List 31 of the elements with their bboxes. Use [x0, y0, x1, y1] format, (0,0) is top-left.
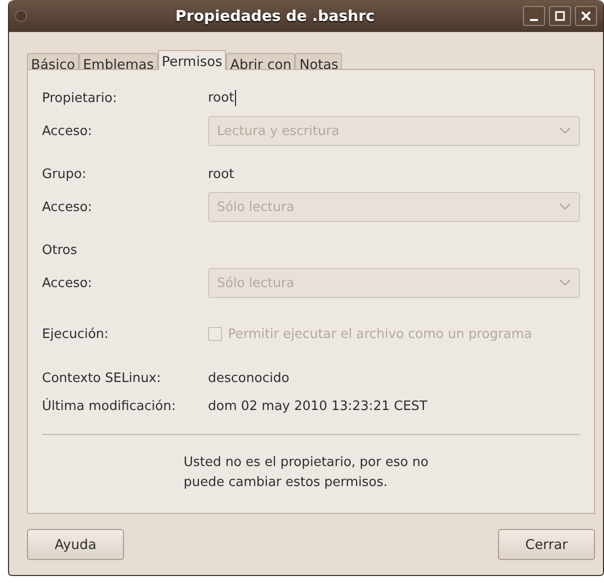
field-label: Acceso:: [42, 124, 94, 138]
tab[interactable]: Notas: [295, 53, 342, 69]
notice-text: Usted no es el propietario, por eso no puede cambiar estos permisos.: [184, 454, 428, 492]
info-value: dom 02 may 2010 13:23:21 CEST: [208, 398, 428, 414]
minimize-icon: [530, 19, 538, 21]
close-icon: [581, 11, 591, 21]
window-title: Propiedades de .bashrc: [174, 7, 376, 25]
field-label: Acceso:: [42, 276, 94, 290]
tab[interactable]: Básico: [27, 53, 80, 69]
tab[interactable]: Emblemas: [79, 53, 158, 69]
tab[interactable]: Abrir con: [226, 53, 296, 69]
dialog-button[interactable]: Ayuda: [27, 529, 124, 560]
info-label: Contexto SELinux:: [42, 370, 162, 386]
field-label: Propietario:: [42, 90, 118, 106]
info-label: Última modificación:: [42, 398, 177, 414]
tab[interactable]: Permisos: [158, 50, 226, 70]
dialog-button[interactable]: Cerrar: [498, 529, 595, 560]
chevron-down-icon: [559, 127, 571, 135]
chevron-down-icon: [559, 203, 571, 211]
section-label: Otros: [42, 242, 78, 258]
close-button[interactable]: [575, 6, 597, 26]
maximize-icon: [555, 11, 565, 21]
field-label: Acceso:: [42, 200, 94, 214]
field-label: Grupo:: [42, 166, 88, 182]
maximize-button[interactable]: [549, 6, 571, 26]
field-value: root: [208, 90, 236, 106]
field-label: Ejecución:: [42, 326, 110, 342]
info-value: desconocido: [208, 370, 290, 386]
field-value: root: [208, 166, 234, 182]
chevron-down-icon: [559, 279, 571, 287]
minimize-button[interactable]: [523, 6, 545, 26]
